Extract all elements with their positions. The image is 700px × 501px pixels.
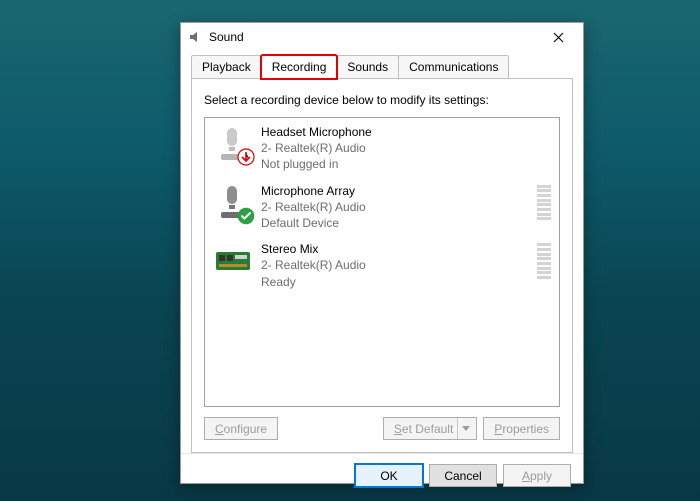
soundcard-icon (213, 241, 253, 281)
close-button[interactable] (539, 23, 577, 51)
properties-button[interactable]: Properties (483, 417, 560, 440)
device-driver: 2- Realtek(R) Audio (261, 257, 529, 273)
configure-button[interactable]: Configure (204, 417, 278, 440)
default-badge-icon (237, 207, 255, 225)
unplugged-badge-icon (237, 148, 255, 166)
device-driver: 2- Realtek(R) Audio (261, 199, 529, 215)
sound-dialog: Sound Playback Recording Sounds Communic… (180, 22, 584, 484)
device-name: Headset Microphone (261, 124, 551, 140)
level-meter (537, 241, 551, 281)
close-icon (553, 32, 564, 43)
device-name: Microphone Array (261, 183, 529, 199)
device-status: Default Device (261, 215, 529, 231)
tab-sounds[interactable]: Sounds (336, 55, 399, 78)
device-status: Ready (261, 274, 529, 290)
ok-button[interactable]: OK (355, 464, 423, 487)
sound-icon (187, 29, 203, 45)
device-status: Not plugged in (261, 156, 551, 172)
headset-mic-icon (213, 124, 253, 164)
tab-panel-recording: Select a recording device below to modif… (191, 78, 573, 453)
tab-recording[interactable]: Recording (261, 55, 338, 79)
instruction-text: Select a recording device below to modif… (204, 93, 560, 107)
list-item[interactable]: Stereo Mix 2- Realtek(R) Audio Ready (205, 235, 559, 294)
cancel-button[interactable]: Cancel (429, 464, 497, 487)
list-item[interactable]: Headset Microphone 2- Realtek(R) Audio N… (205, 118, 559, 177)
device-driver: 2- Realtek(R) Audio (261, 140, 551, 156)
dialog-button-bar: OK Cancel Apply (181, 453, 583, 501)
set-default-button[interactable]: Set Default (383, 417, 477, 440)
tab-playback[interactable]: Playback (191, 55, 262, 78)
apply-button[interactable]: Apply (503, 464, 571, 487)
mic-icon (213, 183, 253, 223)
titlebar: Sound (181, 23, 583, 51)
chevron-down-icon (457, 418, 473, 439)
device-list[interactable]: Headset Microphone 2- Realtek(R) Audio N… (204, 117, 560, 407)
tab-communications[interactable]: Communications (398, 55, 509, 78)
list-item[interactable]: Microphone Array 2- Realtek(R) Audio Def… (205, 177, 559, 236)
device-name: Stereo Mix (261, 241, 529, 257)
level-meter (537, 183, 551, 223)
dialog-title: Sound (209, 30, 539, 44)
